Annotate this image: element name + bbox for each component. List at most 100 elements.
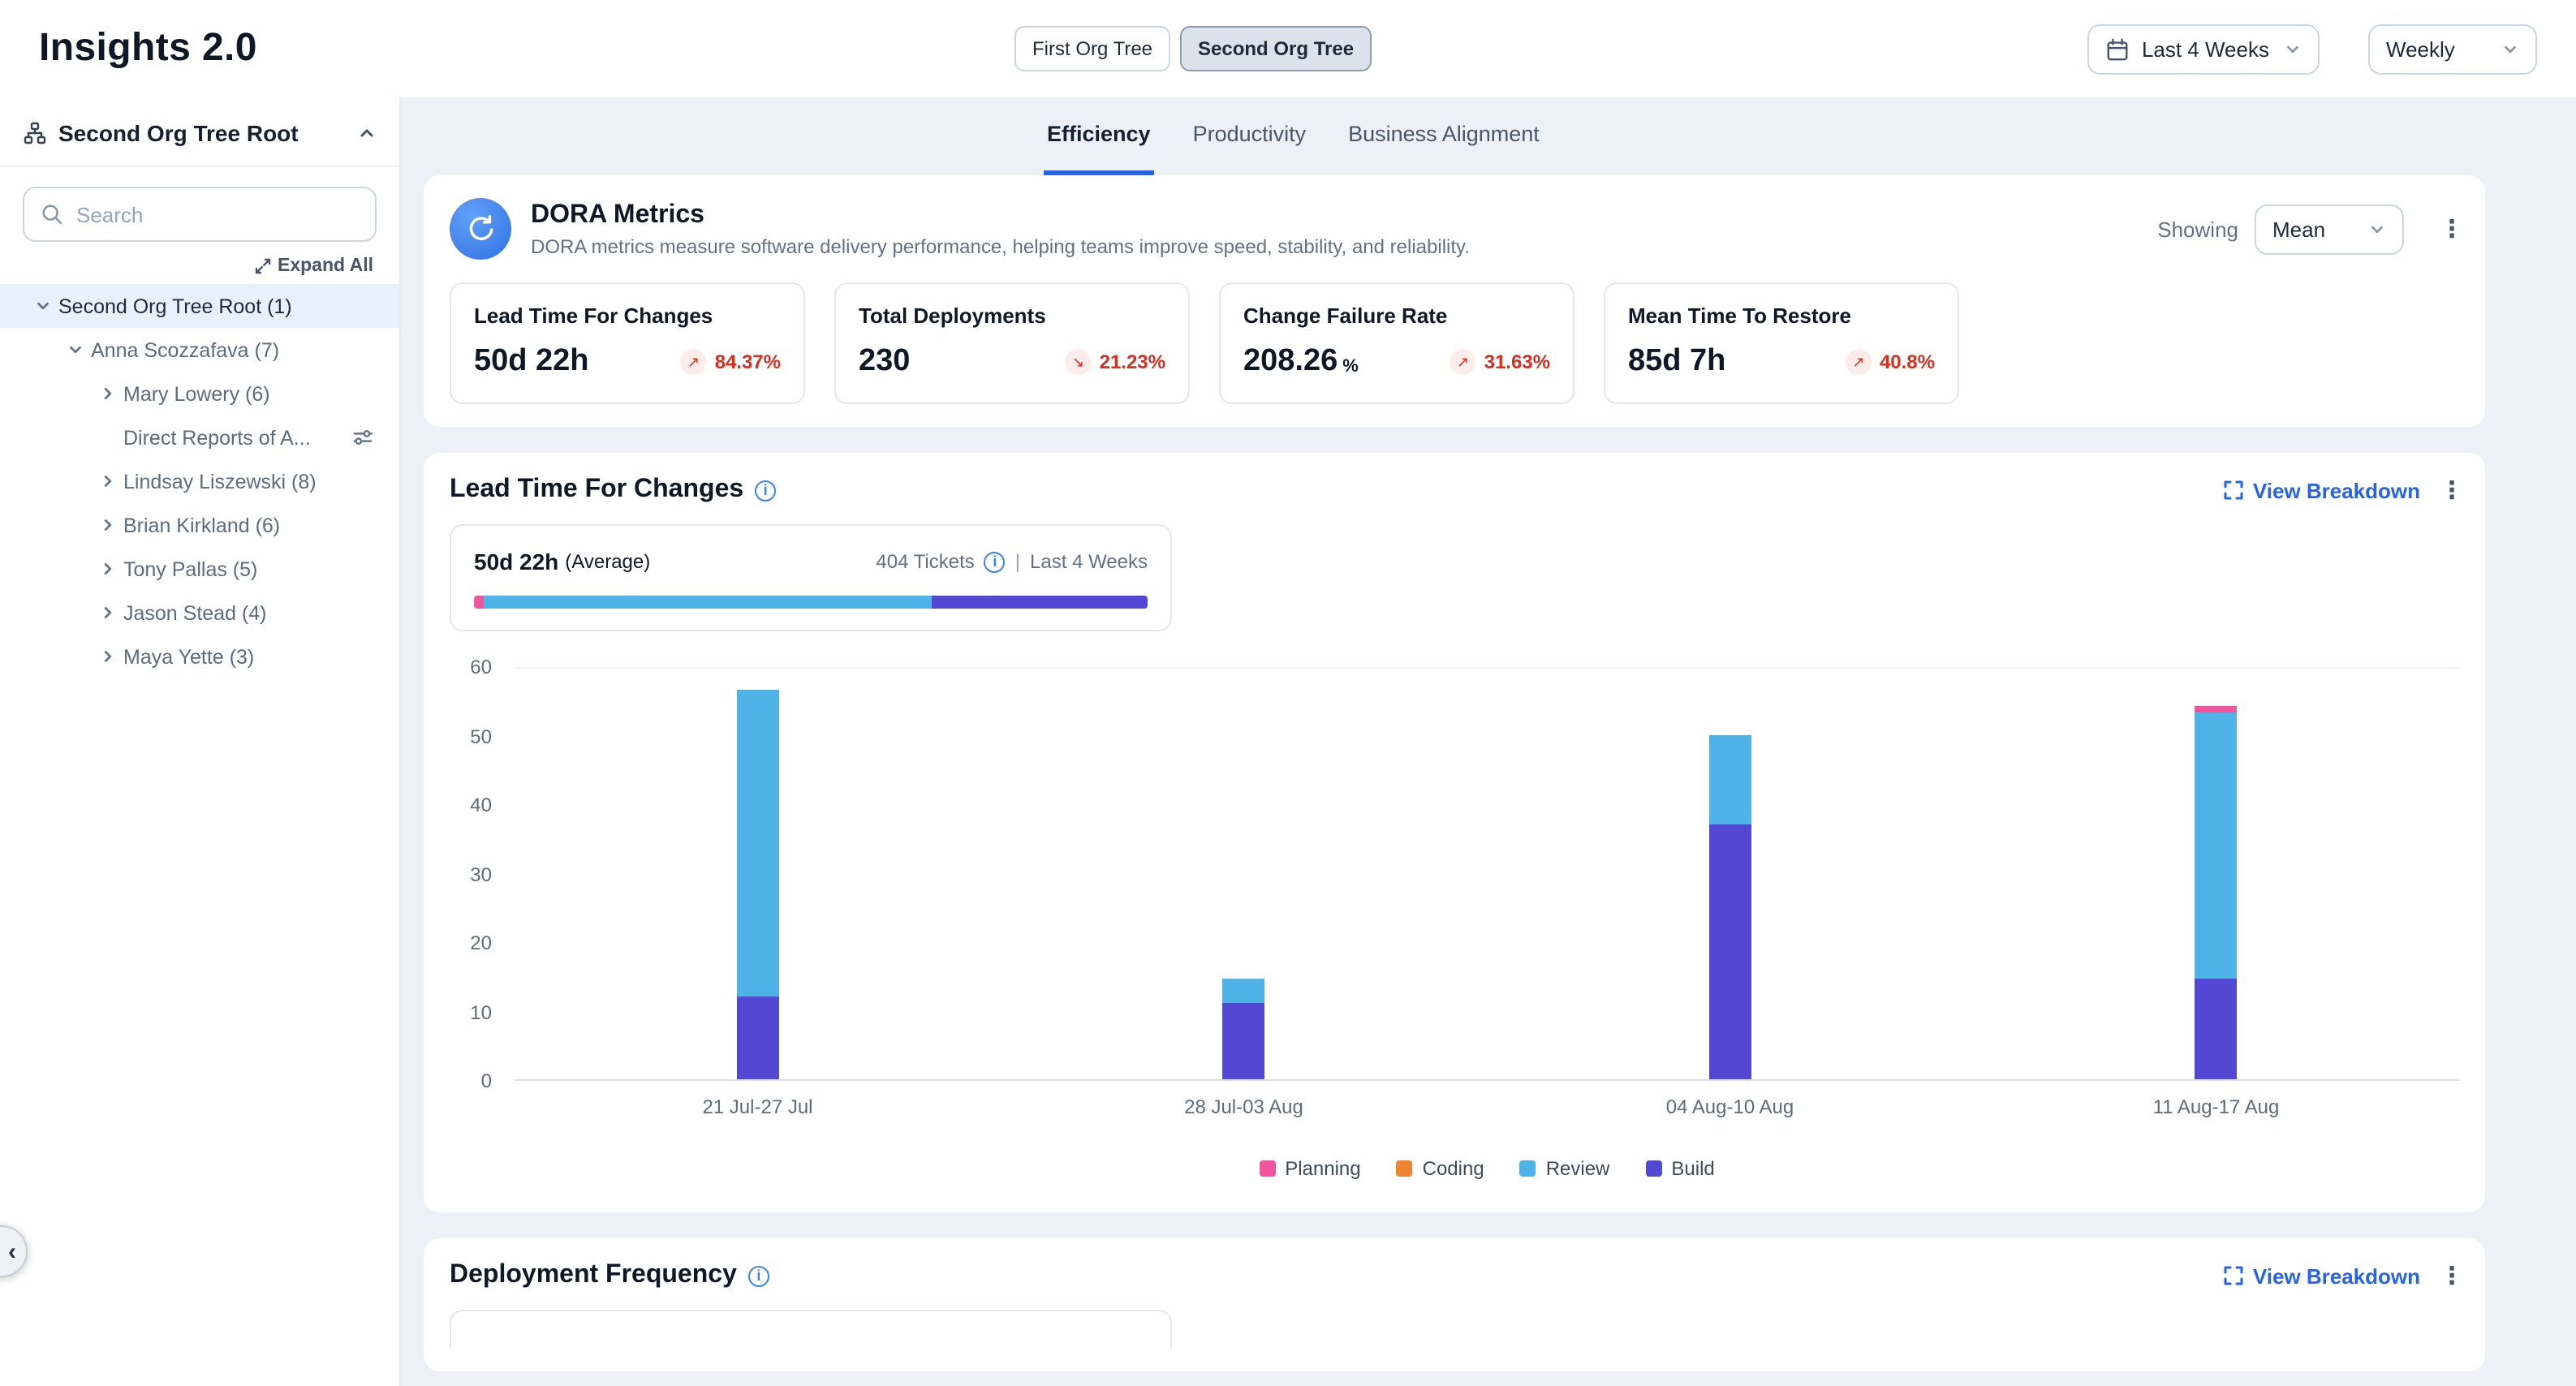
sidebar-header: Second Org Tree Root <box>0 97 399 167</box>
trend-up-icon: ↗ <box>1846 349 1872 375</box>
metric-value: 50d 22h <box>474 344 589 380</box>
chart-bar[interactable] <box>737 690 779 1079</box>
legend-item-coding: Coding <box>1397 1157 1484 1180</box>
chart-bar[interactable] <box>1709 735 1751 1079</box>
summary-segment-build <box>932 596 1148 609</box>
info-icon[interactable]: i <box>748 1265 769 1286</box>
tree-item-jason-stead-4[interactable]: Jason Stead (4) <box>0 591 399 635</box>
search-input[interactable] <box>76 202 359 226</box>
sidebar: Second Org Tree Root <box>0 97 401 1386</box>
tree-item-mary-lowery-6[interactable]: Mary Lowery (6) <box>0 372 399 415</box>
metric-title: Lead Time For Changes <box>474 303 781 328</box>
tree-item-label: Mary Lowery (6) <box>123 382 270 405</box>
tree-item-maya-yette-3[interactable]: Maya Yette (3) <box>0 635 399 678</box>
tab-productivity[interactable]: Productivity <box>1190 97 1310 175</box>
x-axis-label: 28 Jul-03 Aug <box>1001 1095 1487 1118</box>
tickets-info-icon[interactable]: i <box>984 551 1006 572</box>
expand-all-icon <box>255 258 271 274</box>
tree-item-brian-kirkland-6[interactable]: Brian Kirkland (6) <box>0 503 399 547</box>
y-axis: 0102030405060 <box>450 667 505 1081</box>
metric-unit: % <box>1342 356 1359 376</box>
chevron-right-icon[interactable] <box>94 648 120 665</box>
tree-item-lindsay-liszewski-8[interactable]: Lindsay Liszewski (8) <box>0 459 399 503</box>
sidebar-root-label: Second Org Tree Root <box>58 120 346 146</box>
legend-label: Review <box>1546 1157 1610 1180</box>
metric-value: 85d 7h <box>1628 344 1725 380</box>
trend-down-icon: ↘ <box>1066 349 1092 375</box>
kebab-menu-icon[interactable]: ⋮ <box>2440 214 2459 243</box>
bar-segment-review <box>1223 979 1265 1003</box>
bar-segment-review <box>1709 735 1751 824</box>
metric-title: Change Failure Rate <box>1243 303 1550 328</box>
bar-segment-build <box>1709 824 1751 1079</box>
y-axis-label: 0 <box>481 1070 492 1092</box>
chevron-down-icon[interactable] <box>62 341 88 359</box>
date-range-value: Last 4 Weeks <box>2142 37 2269 61</box>
showing-label: Showing <box>2157 217 2238 241</box>
chart-bar[interactable] <box>1223 979 1265 1079</box>
bar-slot <box>1487 669 1973 1079</box>
lead-time-title: Lead Time For Changes <box>450 476 743 505</box>
org-tree-toggle: First Org TreeSecond Org Tree <box>1014 26 1372 71</box>
legend-label: Coding <box>1423 1157 1484 1180</box>
tree-item-anna-scozzafava-7[interactable]: Anna Scozzafava (7) <box>0 328 399 372</box>
chart-bar[interactable] <box>2195 706 2238 1079</box>
org-toggle-second-org-tree[interactable]: Second Org Tree <box>1180 26 1372 71</box>
legend-item-planning: Planning <box>1259 1157 1360 1180</box>
chevron-right-icon[interactable] <box>94 604 120 622</box>
granularity-value: Weekly <box>2386 37 2455 61</box>
date-range-select[interactable]: Last 4 Weeks <box>2088 24 2320 74</box>
metric-delta-value: 84.37% <box>715 351 781 373</box>
chevron-right-icon[interactable] <box>94 516 120 534</box>
plot-area <box>515 667 2459 1081</box>
metric-value: 208.26 <box>1243 344 1338 380</box>
expand-all-link[interactable]: Expand All <box>255 256 373 276</box>
chevron-down-icon <box>2501 40 2519 58</box>
tree-item-label: Tony Pallas (5) <box>123 557 257 580</box>
trend-up-icon: ↗ <box>681 349 707 375</box>
chevron-right-icon[interactable] <box>94 385 120 402</box>
tree-item-tony-pallas-5[interactable]: Tony Pallas (5) <box>0 547 399 591</box>
chevron-down-icon[interactable] <box>29 297 55 315</box>
lead-time-panel: Lead Time For Changes i View Breakdown <box>424 453 2485 1212</box>
kebab-menu-icon[interactable]: ⋮ <box>2440 1261 2459 1290</box>
trend-up-icon: ↗ <box>1450 349 1476 375</box>
chevron-up-icon[interactable] <box>357 123 377 143</box>
view-breakdown-button[interactable]: View Breakdown <box>2224 478 2420 502</box>
aggregation-select[interactable]: Mean <box>2255 204 2404 254</box>
granularity-select[interactable]: Weekly <box>2368 24 2537 74</box>
metric-cards: Lead Time For Changes 50d 22h ↗ 84.37% Total… <box>450 282 2459 404</box>
sliders-icon[interactable] <box>352 427 373 448</box>
tickets-count: 404 Tickets <box>876 547 974 576</box>
chevron-right-icon[interactable] <box>94 560 120 578</box>
app-title: Insights 2.0 <box>39 26 257 71</box>
tab-efficiency[interactable]: Efficiency <box>1044 97 1154 175</box>
legend-swatch <box>1645 1160 1661 1177</box>
chevron-right-icon[interactable] <box>94 472 120 490</box>
x-axis-label: 21 Jul-27 Jul <box>515 1095 1001 1118</box>
summary-value: 50d 22h <box>474 547 558 576</box>
search-icon <box>41 203 63 226</box>
tree-item-second-org-tree-root-1[interactable]: Second Org Tree Root (1) <box>0 284 399 328</box>
tab-business-alignment[interactable]: Business Alignment <box>1345 97 1543 175</box>
legend-swatch <box>1520 1160 1536 1177</box>
legend-item-build: Build <box>1645 1157 1714 1180</box>
tree-item-label: Second Org Tree Root (1) <box>58 295 292 317</box>
top-bar: Insights 2.0 First Org TreeSecond Org Tr… <box>0 0 2576 97</box>
metric-title: Total Deployments <box>859 303 1165 328</box>
org-toggle-first-org-tree[interactable]: First Org Tree <box>1014 26 1170 71</box>
view-breakdown-button[interactable]: View Breakdown <box>2224 1263 2420 1288</box>
info-icon[interactable]: i <box>755 480 776 501</box>
tab-bar: Efficiency Productivity Business Alignment <box>401 97 2576 175</box>
app-root: Insights 2.0 First Org TreeSecond Org Tr… <box>0 0 2576 1386</box>
breakdown-expand-icon <box>2224 1266 2243 1285</box>
y-axis-label: 30 <box>470 863 492 885</box>
metric-delta-value: 40.8% <box>1880 351 1935 373</box>
bar-slot <box>515 669 1001 1079</box>
metric-delta-value: 21.23% <box>1100 351 1165 373</box>
summary-segment-planning <box>474 596 484 609</box>
kebab-menu-icon[interactable]: ⋮ <box>2440 476 2459 505</box>
tree-item-direct-reports-of-a[interactable]: Direct Reports of A... <box>0 415 399 459</box>
y-axis-label: 50 <box>470 725 492 747</box>
summary-qualifier: (Average) <box>565 547 650 576</box>
